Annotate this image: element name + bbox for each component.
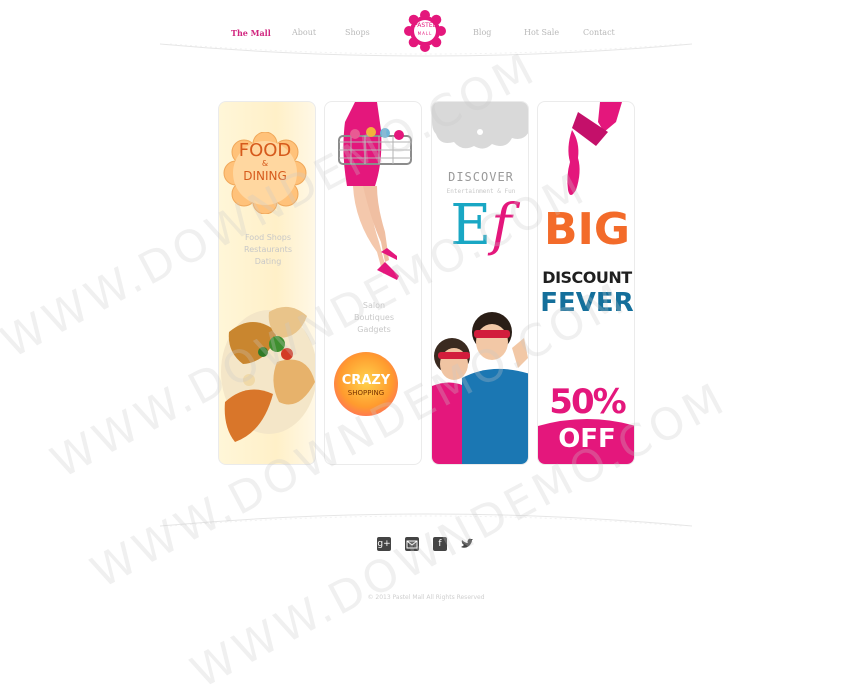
shop-link-boutiques[interactable]: Boutiques [325,312,421,324]
nav-shops[interactable]: Shops [345,28,370,37]
food-link-dating[interactable]: Dating [219,256,315,268]
discount-heading: DISCOUNT [542,268,632,287]
fever-heading: FEVER [540,288,634,318]
google-plus-icon[interactable]: g+ [377,537,391,551]
food-title-amp: & [261,159,269,168]
food-links: Food Shops Restaurants Dating [219,232,315,268]
shopping-woman-image [338,102,412,280]
food-link-restaurants[interactable]: Restaurants [219,244,315,256]
panel-food-dining[interactable]: FOOD & DINING Food Shops Restaurants Dat… [218,101,316,465]
ef-mark: Ef [432,198,528,254]
nav-about[interactable]: About [292,28,316,37]
copyright-text: © 2013 Pastel Mall All Rights Reserved [367,594,485,601]
shop-link-gadgets[interactable]: Gadgets [325,324,421,336]
big-heading: BIG [543,204,631,255]
off-text: OFF [558,424,616,454]
nav-blog[interactable]: Blog [473,28,491,37]
shop-link-salon[interactable]: Salon [325,300,421,312]
discover-heading: DISCOVER [448,170,514,184]
logo-line1: PASTEL [414,22,436,29]
nav-hot-sale[interactable]: Hot Sale [524,28,559,37]
food-link-shops[interactable]: Food Shops [219,232,315,244]
food-title-line1: FOOD [238,140,292,161]
crazy-shopping-title: CRAZY [341,373,391,388]
ef-mark-e: E [450,193,492,258]
couple-3d-glasses-image [432,308,528,464]
nav-contact[interactable]: Contact [583,28,615,37]
paint-drip-icon [567,102,622,195]
header-divider [160,43,692,57]
twitter-icon[interactable] [460,537,474,551]
crazy-shopping-badge[interactable]: CRAZY SHOPPING [334,352,398,416]
shop-links: Salon Boutiques Gadgets [325,300,421,336]
cloud-tag-icon [432,102,528,149]
mail-icon[interactable] [405,537,419,551]
panel-shopping[interactable]: Salon Boutiques Gadgets CRAZY SHOPPING [324,101,422,465]
facebook-icon[interactable]: f [433,537,447,551]
panel-big-discount[interactable]: BIG DISCOUNT FEVER 50% OFF [537,101,635,465]
panel-entertainment[interactable]: DISCOVER Entertainment & Fun Ef [431,101,529,465]
food-plate-image [221,306,315,442]
food-title-line2: DINING [243,169,287,183]
food-title: FOOD & DINING [222,142,308,184]
ef-mark-f: f [491,193,512,258]
crazy-shopping-sub: SHOPPING [347,389,385,397]
logo-line2: MALL [417,31,433,36]
footer-divider [160,513,692,527]
nav-the-mall[interactable]: The Mall [231,28,271,38]
